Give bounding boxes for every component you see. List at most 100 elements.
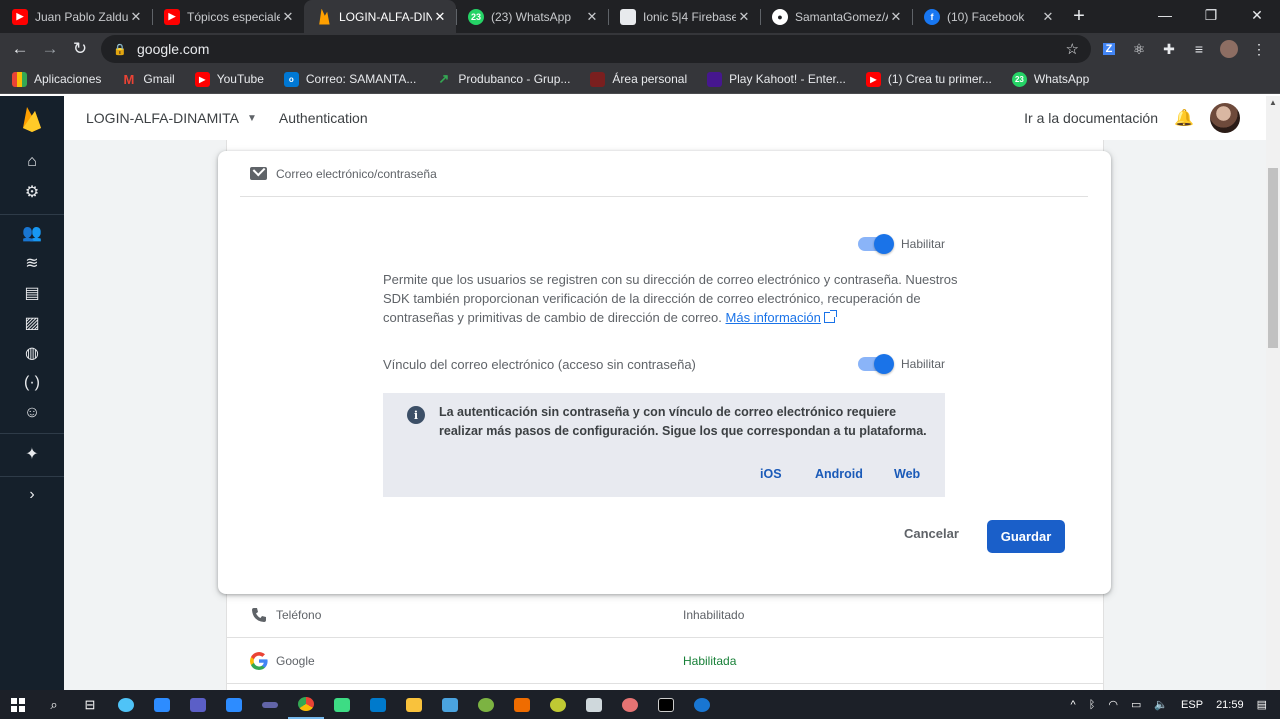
platform-link-web[interactable]: Web [894, 467, 920, 481]
bookmark-correo[interactable]: o Correo: SAMANTA... [283, 71, 416, 87]
bookmark-crea[interactable]: ▶ (1) Crea tu primer... [865, 71, 992, 87]
forward-icon[interactable]: → [35, 34, 65, 64]
bookmark-area-personal[interactable]: Área personal [590, 71, 687, 87]
close-icon[interactable]: ✕ [1040, 9, 1056, 25]
new-tab-button[interactable]: + [1064, 0, 1094, 33]
mail-icon [250, 167, 267, 180]
clock[interactable]: 21:59 [1216, 699, 1244, 711]
notifications-icon[interactable]: ▤ [1257, 698, 1267, 711]
close-icon[interactable]: ✕ [736, 9, 752, 25]
cancel-button[interactable]: Cancelar [904, 526, 959, 541]
windows-start-icon[interactable] [0, 690, 36, 719]
bookmark-whatsapp[interactable]: 23 WhatsApp [1011, 71, 1089, 87]
vscode-icon[interactable] [360, 690, 396, 719]
firebase-logo-icon[interactable] [0, 96, 64, 142]
app-icon[interactable] [540, 690, 576, 719]
volume-icon[interactable]: 🔈 [1154, 698, 1168, 711]
tab-whatsapp[interactable]: 23 (23) WhatsApp ✕ [456, 0, 608, 33]
page-scrollbar[interactable]: ▲ [1266, 96, 1280, 690]
app-icon[interactable] [612, 690, 648, 719]
tab-title: (10) Facebook [947, 9, 1025, 24]
home-icon[interactable]: ⌂ [20, 150, 44, 174]
app-icon[interactable] [144, 690, 180, 719]
back-icon[interactable]: ← [5, 34, 35, 64]
tab-facebook[interactable]: f (10) Facebook ✕ [912, 0, 1064, 33]
provider-row-google[interactable]: Google Habilitada [227, 638, 1103, 684]
bookmark-gmail[interactable]: M Gmail [121, 72, 174, 87]
save-button[interactable]: Guardar [987, 520, 1065, 553]
app-icon[interactable] [432, 690, 468, 719]
task-view-icon[interactable]: ⊟ [72, 690, 108, 719]
bluetooth-app-icon[interactable] [684, 690, 720, 719]
tab-github[interactable]: ● SamantaGomez/A ✕ [760, 0, 912, 33]
close-window-icon[interactable]: ✕ [1234, 0, 1280, 30]
scrollbar-thumb[interactable] [1268, 168, 1278, 348]
wifi-icon[interactable]: ◠ [1108, 698, 1118, 711]
gear-icon[interactable]: ⚙ [20, 180, 44, 204]
storage-icon[interactable]: ▨ [20, 311, 44, 335]
scroll-up-icon[interactable]: ▲ [1269, 98, 1277, 107]
close-icon[interactable]: ✕ [432, 9, 448, 25]
tab-ionic[interactable]: Ionic 5|4 Firebase ✕ [608, 0, 760, 33]
bookmark-youtube[interactable]: ▶ YouTube [194, 71, 264, 87]
zoom-icon[interactable] [216, 690, 252, 719]
extensions-icon[interactable]: ✦ [20, 442, 44, 466]
bell-icon[interactable]: 🔔 [1174, 108, 1194, 128]
close-icon[interactable]: ✕ [280, 9, 296, 25]
app-icon[interactable] [576, 690, 612, 719]
close-icon[interactable]: ✕ [584, 9, 600, 25]
tab-juan-pablo[interactable]: ▶ Juan Pablo Zaldum ✕ [0, 0, 152, 33]
android-studio-icon[interactable] [324, 690, 360, 719]
minimize-icon[interactable]: — [1142, 0, 1188, 30]
language-indicator[interactable]: ESP [1181, 699, 1203, 711]
search-icon[interactable]: ⌕ [36, 690, 72, 719]
bookmark-kahoot[interactable]: Play Kahoot! - Enter... [707, 71, 846, 87]
email-link-toggle[interactable] [858, 354, 894, 374]
users-icon[interactable]: 👥 [20, 221, 44, 245]
bookmark-star-icon[interactable]: ☆ [1066, 40, 1079, 58]
react-devtools-icon[interactable]: ⚛ [1124, 41, 1154, 58]
project-selector[interactable]: LOGIN-ALFA-DINAMITA ▼ [86, 110, 257, 126]
functions-icon[interactable]: (·) [20, 371, 44, 395]
bluetooth-icon[interactable]: ᛒ [1089, 699, 1096, 711]
chrome-icon[interactable] [288, 690, 324, 719]
zotero-icon[interactable]: Z [1094, 43, 1124, 55]
menu-dots-icon[interactable]: ⋮ [1244, 41, 1274, 58]
more-info-link[interactable]: Más información [726, 310, 821, 325]
realtime-icon[interactable]: ≋ [20, 251, 44, 275]
app-icon[interactable] [504, 690, 540, 719]
tab-topicos[interactable]: ▶ Tópicos especiales ✕ [152, 0, 304, 33]
ml-icon[interactable]: ☺ [20, 401, 44, 425]
tab-firebase[interactable]: LOGIN-ALFA-DINA ✕ [304, 0, 456, 33]
extensions-puzzle-icon[interactable]: ✚ [1154, 41, 1184, 58]
bookmark-label: (1) Crea tu primer... [887, 72, 992, 86]
provider-row-phone[interactable]: Teléfono Inhabilitado [227, 592, 1103, 638]
file-explorer-icon[interactable] [396, 690, 432, 719]
app-icon[interactable] [468, 690, 504, 719]
teams-icon[interactable] [180, 690, 216, 719]
close-icon[interactable]: ✕ [888, 9, 904, 25]
media-queue-icon[interactable]: ≡ [1184, 41, 1214, 57]
bookmark-aplicaciones[interactable]: Aplicaciones [12, 71, 101, 87]
app-icon[interactable] [108, 690, 144, 719]
console-header: LOGIN-ALFA-DINAMITA ▼ Authentication Ir … [64, 96, 1266, 140]
platform-link-android[interactable]: Android [815, 467, 863, 481]
bookmark-produbanco[interactable]: ↗ Produbanco - Grup... [436, 71, 570, 87]
close-icon[interactable]: ✕ [128, 9, 144, 25]
profile-avatar-icon[interactable] [1214, 40, 1244, 58]
battery-icon[interactable]: ▭ [1131, 698, 1141, 711]
expand-icon[interactable]: › [20, 483, 44, 507]
tray-chevron-icon[interactable]: ^ [1071, 699, 1076, 711]
app-icon[interactable] [252, 690, 288, 719]
terminal-icon[interactable] [648, 690, 684, 719]
avatar[interactable] [1210, 103, 1240, 133]
hosting-icon[interactable]: ◍ [20, 341, 44, 365]
bookmarks-bar: Aplicaciones M Gmail ▶ YouTube o Correo:… [0, 65, 1280, 94]
database-icon[interactable]: ▤ [20, 281, 44, 305]
reload-icon[interactable]: ↻ [65, 34, 95, 64]
address-bar[interactable]: 🔒 google.com ☆ [101, 35, 1091, 63]
enable-email-toggle[interactable] [858, 234, 894, 254]
restore-icon[interactable]: ❐ [1188, 0, 1234, 30]
docs-link[interactable]: Ir a la documentación [1024, 110, 1158, 126]
platform-link-ios[interactable]: iOS [760, 467, 782, 481]
